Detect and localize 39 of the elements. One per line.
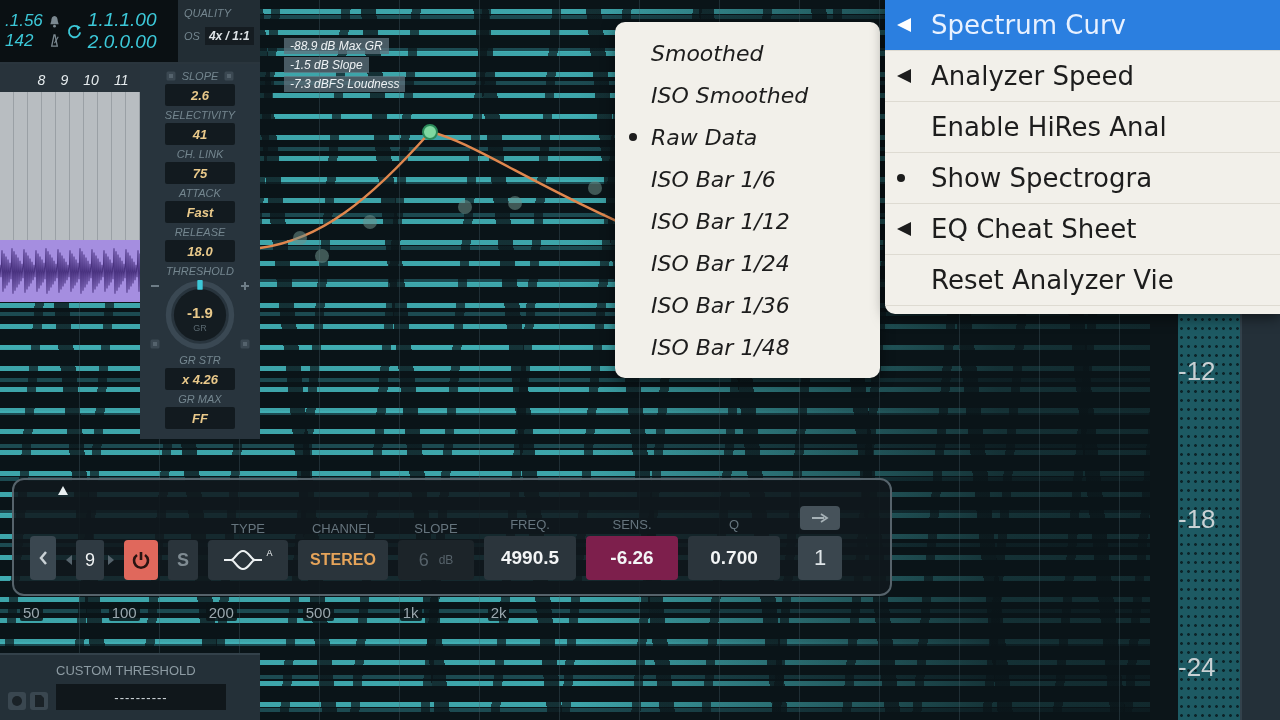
position-readout: .1.56 xyxy=(5,11,43,31)
knob-value: -1.9 xyxy=(187,303,213,321)
control-label: ATTACK xyxy=(179,187,221,199)
control-label: RELEASE xyxy=(174,226,226,238)
slope-value: 6 xyxy=(418,549,429,571)
decibel-label: -18 xyxy=(1178,504,1216,534)
analysis-readout: -88.9 dB Max GR xyxy=(284,38,389,54)
analysis-readout: -7.3 dBFS Loudness xyxy=(284,76,406,92)
control-label: GR STR xyxy=(179,354,221,366)
parameter-label: SENS. xyxy=(612,517,652,532)
loop-start-readout: 1.1.1.00 xyxy=(87,9,157,31)
control-label: THRESHOLD xyxy=(166,265,234,277)
parameter-label: FREQ. xyxy=(510,517,550,532)
control-label: GR MAX xyxy=(178,393,222,405)
bar-number: 10 xyxy=(83,72,99,88)
decibel-label: -12 xyxy=(1178,356,1216,386)
quality-label: QUALITY xyxy=(184,7,233,19)
type-label: TYPE xyxy=(231,521,265,536)
tempo-readout: 142 xyxy=(5,31,35,51)
filter-mode-label: A xyxy=(266,548,273,558)
knob-unit: GR xyxy=(193,322,207,333)
control-label: CH. LINK xyxy=(176,148,224,160)
control-label: SLOPE xyxy=(181,70,219,82)
channel-label: CHANNEL xyxy=(311,521,375,536)
loop-end-readout: 2.0.0.00 xyxy=(87,31,157,53)
oversampling-label: OS xyxy=(184,30,200,42)
parameter-label: Q xyxy=(728,517,740,532)
bar-number: 11 xyxy=(113,72,129,88)
bar-number: 8 xyxy=(37,72,46,88)
frequency-label: 2k xyxy=(487,604,510,621)
slope-label: SLOPE xyxy=(414,521,458,536)
decibel-label: -24 xyxy=(1178,652,1216,682)
frequency-label: 500 xyxy=(302,604,334,621)
analysis-readout: -1.5 dB Slope xyxy=(284,57,369,73)
control-label: SELECTIVITY xyxy=(164,109,236,121)
bar-number: 9 xyxy=(60,72,69,88)
custom-threshold-label: CUSTOM THRESHOLD xyxy=(56,663,197,678)
slope-unit: dB xyxy=(438,553,454,567)
frequency-label: 1k xyxy=(399,604,422,621)
